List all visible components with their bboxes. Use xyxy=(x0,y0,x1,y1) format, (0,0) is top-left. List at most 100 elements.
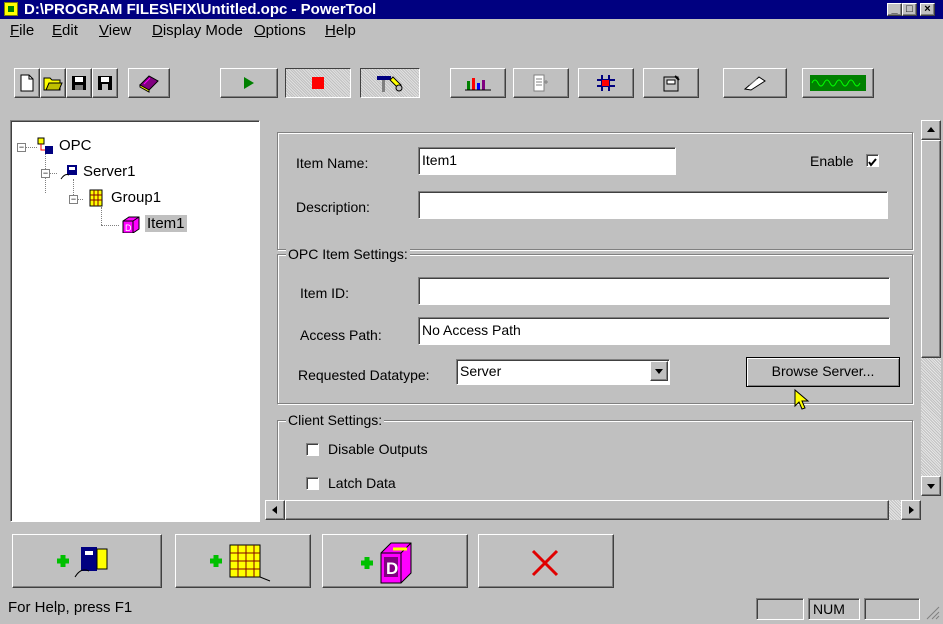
menu-file-rest: ile xyxy=(19,22,35,39)
open-button[interactable] xyxy=(40,68,66,98)
chart-button[interactable] xyxy=(450,68,506,98)
arrow-down-icon xyxy=(927,484,935,489)
arrow-right-icon xyxy=(909,506,914,514)
minimize-button[interactable]: _ xyxy=(887,3,902,16)
disable-outputs-label: Disable Outputs xyxy=(328,441,428,457)
close-button[interactable]: × xyxy=(920,3,935,16)
tools-icon xyxy=(377,76,403,92)
access-path-label: Access Path: xyxy=(300,327,382,343)
item-icon: D xyxy=(122,216,140,233)
server-icon xyxy=(60,165,77,180)
grid-icon xyxy=(597,75,615,91)
mouse-cursor-icon xyxy=(794,388,810,410)
item-id-input[interactable] xyxy=(418,277,890,305)
tree-line xyxy=(101,207,102,225)
add-group-button[interactable] xyxy=(175,534,311,588)
bottom-toolbar: D xyxy=(0,530,943,592)
status-panel-scroll xyxy=(864,598,920,620)
browse-server-button[interactable]: Browse Server... xyxy=(746,357,900,387)
book-button[interactable] xyxy=(128,68,170,98)
vertical-scroll-thumb[interactable] xyxy=(921,140,941,358)
signal-button[interactable] xyxy=(723,68,787,98)
stop-button[interactable] xyxy=(285,68,351,98)
description-label: Description: xyxy=(296,199,370,215)
properties-icon xyxy=(533,74,548,92)
arrow-left-icon xyxy=(272,506,277,514)
scroll-right-button[interactable] xyxy=(901,500,921,520)
resize-grip-icon[interactable] xyxy=(924,604,940,620)
menu-help-rest: elp xyxy=(335,22,356,39)
status-help-text: For Help, press F1 xyxy=(8,599,133,616)
add-item-icon: D xyxy=(361,542,412,584)
add-group-icon xyxy=(210,544,271,582)
tools-button[interactable] xyxy=(360,68,420,98)
menu-file[interactable]: File xyxy=(10,22,34,39)
delete-button[interactable] xyxy=(478,534,614,588)
menu-edit-rest: dit xyxy=(62,22,78,39)
enable-checkbox[interactable] xyxy=(866,154,879,167)
tree-collapse-server[interactable]: − xyxy=(41,169,50,178)
tree-collapse-group[interactable]: − xyxy=(69,195,78,204)
description-input[interactable] xyxy=(418,191,888,219)
monitor-icon xyxy=(810,75,866,91)
scroll-down-button[interactable] xyxy=(921,476,941,496)
new-button[interactable] xyxy=(14,68,40,98)
menu-display-mode[interactable]: Display Mode xyxy=(152,22,243,39)
requested-datatype-label: Requested Datatype: xyxy=(298,367,430,383)
item-id-label: Item ID: xyxy=(300,285,350,301)
save-all-button[interactable] xyxy=(92,68,118,98)
scroll-up-button[interactable] xyxy=(921,120,941,140)
disable-outputs-checkbox[interactable] xyxy=(306,443,319,456)
tree-label-opc: OPC xyxy=(59,137,92,154)
latch-data-label: Latch Data xyxy=(328,475,396,491)
client-settings-legend: Client Settings: xyxy=(286,412,385,428)
save-icon xyxy=(72,76,86,90)
menu-display-mode-rest: isplay Mode xyxy=(162,22,243,39)
horizontal-scroll-thumb[interactable] xyxy=(285,500,889,520)
new-icon xyxy=(20,74,34,92)
add-server-button[interactable] xyxy=(12,534,162,588)
menu-help[interactable]: Help xyxy=(325,22,356,39)
opc-icon xyxy=(37,137,53,154)
menu-view[interactable]: View xyxy=(99,22,131,39)
add-item-button[interactable]: D xyxy=(322,534,468,588)
datatype-select[interactable]: Server xyxy=(456,359,670,385)
start-button[interactable] xyxy=(220,68,278,98)
menu-bar: File Edit View Display Mode Options Help xyxy=(0,19,943,43)
menu-edit-accel: E xyxy=(52,22,63,39)
add-server-icon xyxy=(57,547,108,578)
maximize-button[interactable]: □ xyxy=(902,3,917,16)
menu-display-mode-accel: D xyxy=(152,22,163,39)
tree-collapse-opc[interactable]: − xyxy=(17,143,26,152)
config-icon xyxy=(663,75,680,92)
grid-button[interactable] xyxy=(578,68,634,98)
menu-edit[interactable]: Edit xyxy=(52,22,78,39)
access-path-input[interactable]: No Access Path xyxy=(418,317,890,345)
delete-icon xyxy=(531,549,559,577)
properties-button[interactable] xyxy=(513,68,569,98)
stop-icon xyxy=(312,77,324,89)
chart-icon xyxy=(465,78,491,91)
config-button[interactable] xyxy=(643,68,699,98)
properties-pane: Item Name: Item1 Enable Description: OPC… xyxy=(265,120,943,532)
save-all-icon xyxy=(98,76,112,90)
signal-icon xyxy=(743,76,766,91)
svg-text:D: D xyxy=(386,559,398,578)
menu-options[interactable]: Options xyxy=(254,22,306,39)
tree-label-group: Group1 xyxy=(111,189,162,206)
latch-data-checkbox[interactable] xyxy=(306,477,319,490)
status-panel-caps xyxy=(756,598,804,620)
datatype-dropdown-button[interactable] xyxy=(650,361,668,381)
save-button[interactable] xyxy=(66,68,92,98)
scroll-left-button[interactable] xyxy=(265,500,285,520)
title-bar: D:\PROGRAM FILES\FIX\Untitled.opc - Powe… xyxy=(0,0,943,19)
toolbar xyxy=(0,62,943,107)
tree-view[interactable]: − OPC − Server1 − Group1 D Item1 xyxy=(10,120,260,522)
app-icon[interactable] xyxy=(4,2,18,16)
status-panel-num: NUM xyxy=(808,598,860,620)
window-title: D:\PROGRAM FILES\FIX\Untitled.opc - Powe… xyxy=(24,1,377,18)
monitor-button[interactable] xyxy=(802,68,874,98)
group-icon xyxy=(89,189,103,207)
item-name-input[interactable]: Item1 xyxy=(418,147,676,175)
tree-label-item: Item1 xyxy=(145,215,187,232)
